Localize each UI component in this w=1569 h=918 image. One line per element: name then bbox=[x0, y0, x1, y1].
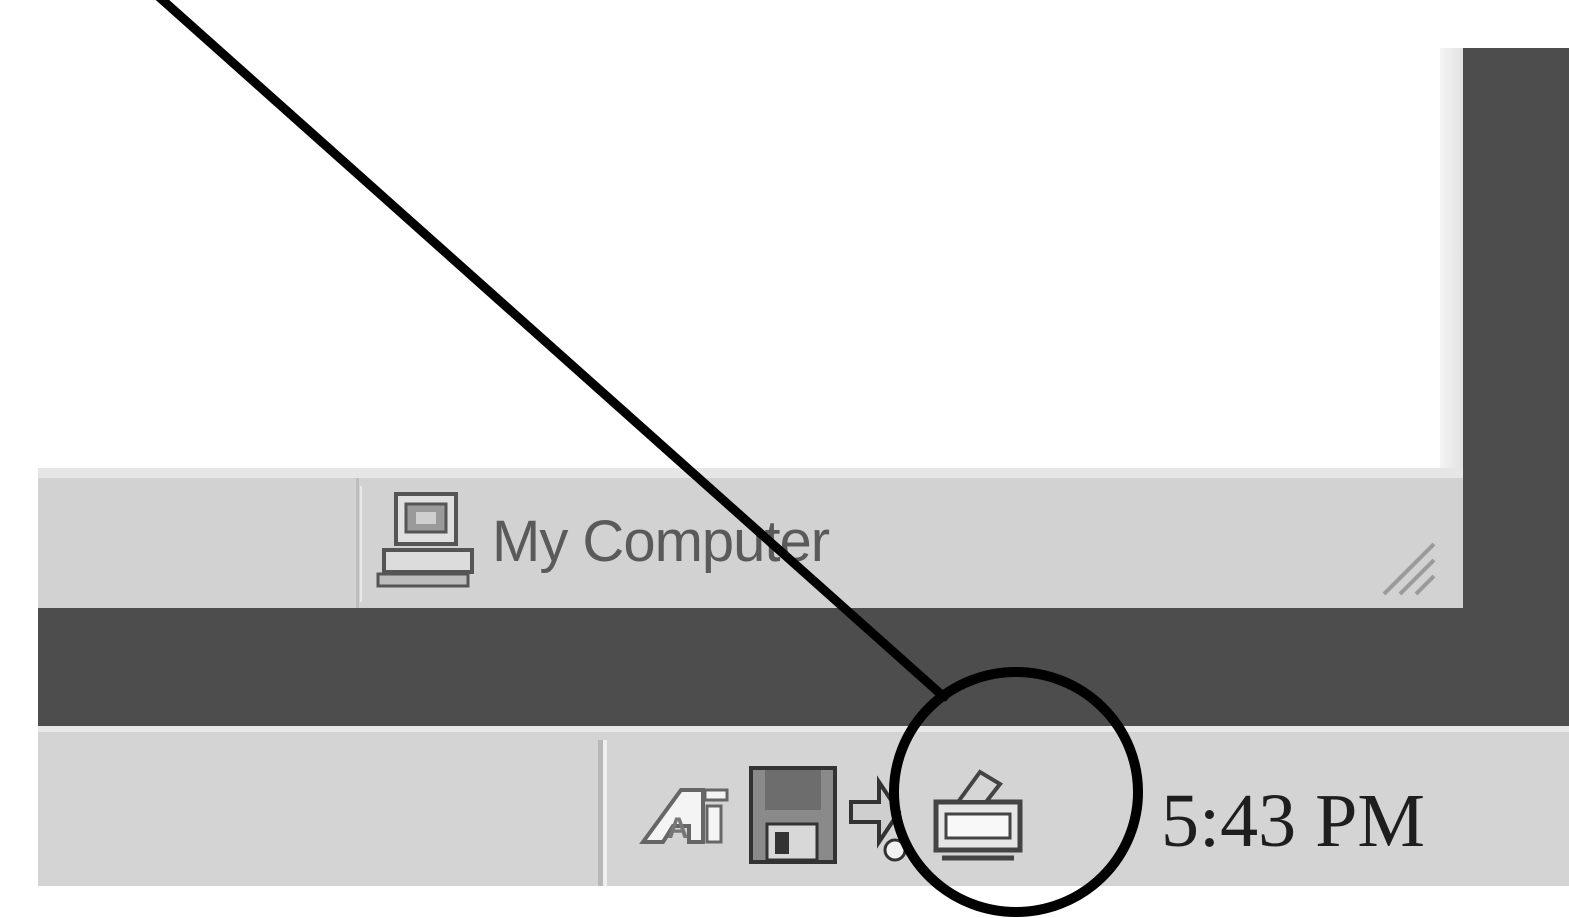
taskbar: A 5:43 PM bbox=[38, 726, 1569, 886]
taskbar-clock[interactable]: 5:43 PM bbox=[1161, 778, 1425, 865]
status-location-label: My Computer bbox=[492, 509, 830, 574]
explorer-window-content bbox=[0, 0, 1455, 470]
floppy-disk-icon[interactable] bbox=[743, 762, 843, 870]
svg-text:A: A bbox=[667, 812, 689, 845]
ati-icon[interactable]: A bbox=[633, 762, 733, 870]
desktop-strip bbox=[38, 608, 1569, 726]
resize-grip-icon[interactable] bbox=[1380, 540, 1436, 596]
removable-device-icon[interactable] bbox=[928, 762, 1028, 870]
status-bar-left-pane bbox=[38, 478, 359, 608]
explorer-status-bar: My Computer bbox=[38, 468, 1463, 608]
system-tray: A 5:43 PM bbox=[598, 740, 1569, 886]
status-bar-location-pane: My Computer bbox=[360, 486, 1442, 602]
taskbar-buttons-area bbox=[38, 732, 598, 886]
my-computer-icon bbox=[376, 492, 474, 588]
network-icon[interactable] bbox=[843, 762, 913, 870]
